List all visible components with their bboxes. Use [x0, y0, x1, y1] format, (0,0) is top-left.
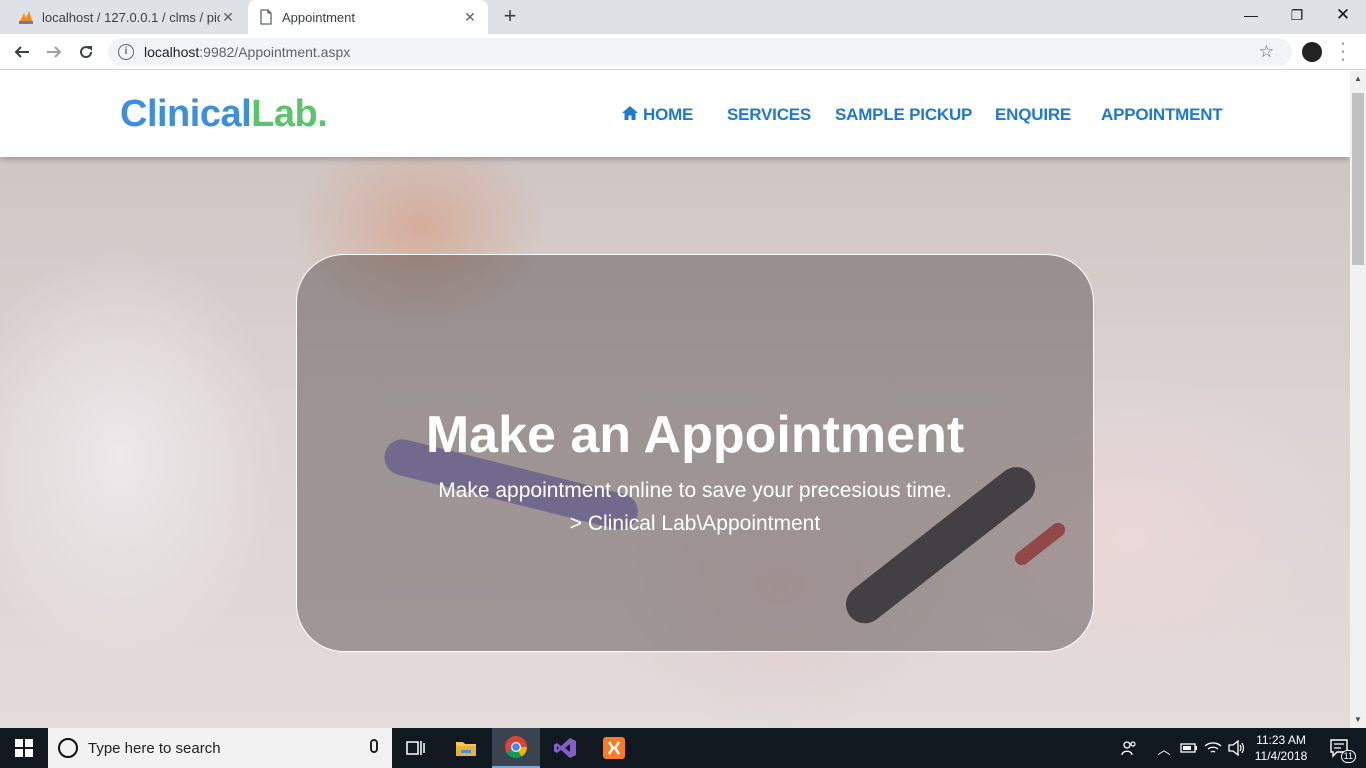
- page-scrollbar[interactable]: ▲ ▼: [1350, 71, 1366, 728]
- browser-menu-icon[interactable]: · · ·: [1338, 36, 1348, 68]
- file-explorer-icon[interactable]: [442, 728, 490, 768]
- hero-banner: Make an Appointment Make appointment onl…: [0, 157, 1350, 728]
- browser-toolbar: i localhost:9982/Appointment.aspx ☆: [0, 34, 1366, 70]
- site-info-icon[interactable]: i: [118, 44, 134, 60]
- battery-icon[interactable]: [1178, 728, 1200, 768]
- address-bar[interactable]: i localhost:9982/Appointment.aspx ☆: [108, 38, 1292, 66]
- tab-title: localhost / 127.0.0.1 / clms / pick: [42, 9, 220, 25]
- system-clock[interactable]: 11:23 AM 11/4/2018: [1246, 732, 1316, 764]
- url-host: localhost: [144, 44, 200, 60]
- nav-enquire[interactable]: ENQUIRE: [995, 105, 1071, 125]
- clock-time: 11:23 AM: [1256, 733, 1306, 747]
- microphone-icon[interactable]: [370, 739, 378, 753]
- close-window-icon[interactable]: ✕: [1320, 0, 1366, 30]
- xampp-icon[interactable]: [590, 728, 638, 768]
- notification-count: 11: [1340, 750, 1356, 763]
- nav-sample-pickup[interactable]: SAMPLE PICKUP: [835, 105, 972, 125]
- phpmyadmin-icon: [19, 11, 33, 24]
- tab-title: Appointment: [282, 9, 355, 25]
- browser-tab-strip: localhost / 127.0.0.1 / clms / pick ✕ Ap…: [0, 0, 1366, 34]
- hero-subtitle: Make appointment online to save your pre…: [438, 479, 952, 502]
- url-path: :9982/Appointment.aspx: [199, 44, 351, 60]
- back-arrow-icon[interactable]: [8, 38, 36, 66]
- hero-title: Make an Appointment: [425, 406, 965, 464]
- home-icon: [622, 106, 638, 120]
- tab-appointment[interactable]: Appointment ✕: [248, 0, 488, 34]
- site-header: ClinicalLab. HOME SERVICES SAMPLE PICKUP…: [0, 71, 1350, 157]
- cortana-icon: [58, 738, 78, 758]
- bookmark-star-icon[interactable]: ☆: [1259, 42, 1274, 62]
- action-center-button[interactable]: 11: [1320, 728, 1360, 768]
- profile-avatar[interactable]: [1302, 42, 1322, 62]
- web-page: ClinicalLab. HOME SERVICES SAMPLE PICKUP…: [0, 71, 1350, 728]
- scroll-up-arrow-icon[interactable]: ▲: [1350, 71, 1366, 87]
- tab-phpmyadmin[interactable]: localhost / 127.0.0.1 / clms / pick ✕: [8, 0, 246, 34]
- breadcrumb: > Clinical Lab\Appointment: [569, 512, 821, 535]
- show-hidden-icons-chevron-icon[interactable]: ︿: [1156, 728, 1172, 768]
- visual-studio-icon[interactable]: [541, 728, 589, 768]
- forward-arrow-icon[interactable]: [40, 38, 68, 66]
- hero-card: Make an Appointment Make appointment onl…: [296, 254, 1094, 652]
- volume-icon[interactable]: [1226, 728, 1248, 768]
- taskbar-search[interactable]: Type here to search: [48, 728, 392, 768]
- task-view-icon[interactable]: [392, 728, 440, 768]
- windows-start-button[interactable]: [0, 728, 48, 768]
- logo-part-clinical: Clinical: [120, 93, 252, 135]
- nav-services[interactable]: SERVICES: [727, 105, 811, 125]
- wifi-icon[interactable]: [1202, 728, 1224, 768]
- chrome-icon[interactable]: [492, 728, 540, 768]
- nav-home[interactable]: HOME: [621, 105, 693, 125]
- scrollbar-thumb[interactable]: [1352, 93, 1364, 265]
- tab-close-icon[interactable]: ✕: [220, 9, 236, 26]
- document-icon: [260, 9, 272, 25]
- scroll-down-arrow-icon[interactable]: ▼: [1350, 712, 1366, 728]
- new-tab-button[interactable]: +: [498, 5, 522, 29]
- minimize-icon[interactable]: —: [1228, 0, 1274, 30]
- restore-icon[interactable]: ❐: [1274, 0, 1320, 30]
- windows-taskbar: Type here to search ︿ 11:23 AM 11/4/2018…: [0, 728, 1366, 768]
- windows-logo-icon: [15, 739, 33, 757]
- taskbar-search-placeholder: Type here to search: [88, 739, 221, 757]
- tab-close-icon[interactable]: ✕: [462, 9, 478, 26]
- logo-part-lab: Lab.: [251, 93, 328, 135]
- nav-appointment[interactable]: APPOINTMENT: [1101, 105, 1223, 125]
- people-icon[interactable]: [1118, 728, 1140, 768]
- reload-icon[interactable]: [72, 38, 100, 66]
- site-logo[interactable]: ClinicalLab.: [120, 93, 328, 136]
- nav-home-label: HOME: [643, 105, 694, 124]
- clock-date: 11/4/2018: [1254, 749, 1308, 763]
